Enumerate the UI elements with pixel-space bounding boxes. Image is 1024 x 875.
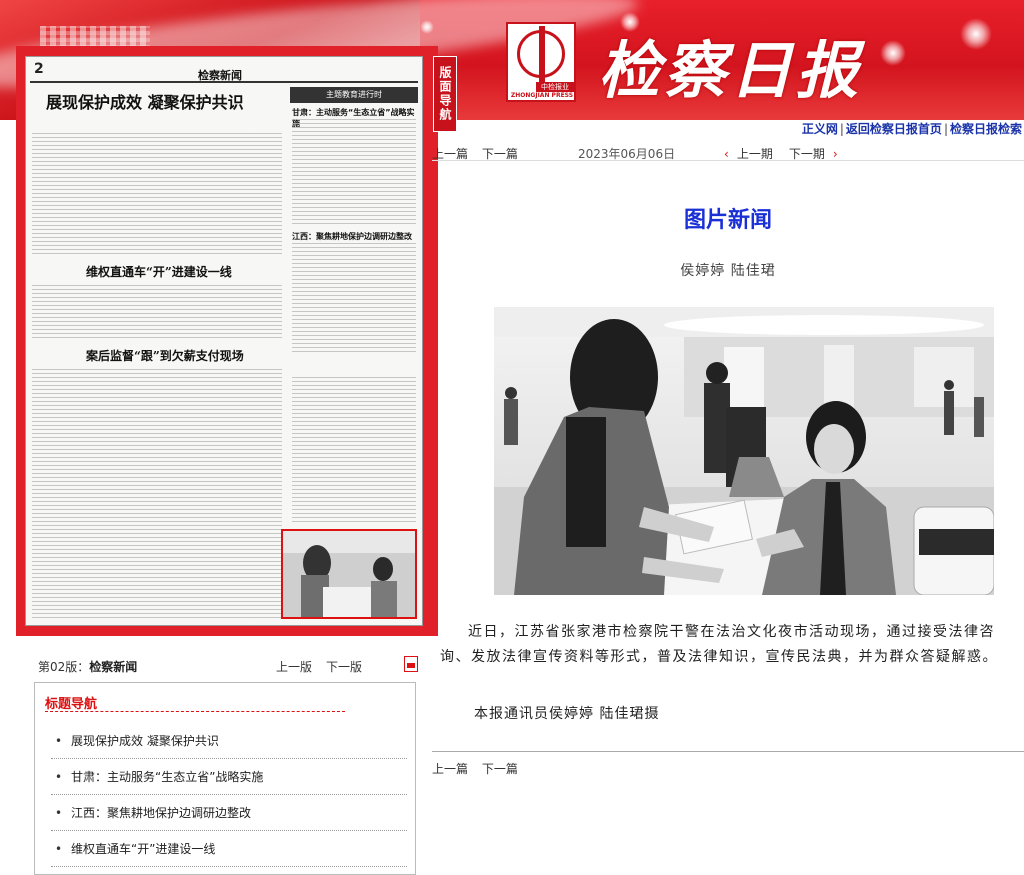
article-divider <box>432 751 1024 752</box>
thumb-photo-image <box>283 531 415 617</box>
thumb-text-block <box>292 377 416 525</box>
link-separator: | <box>839 122 844 136</box>
next-period-link[interactable]: 下一期 › <box>789 147 846 161</box>
edition-name: 检察新闻 <box>89 660 138 674</box>
article-authors: 侯婷婷 陆佳珺 <box>680 263 776 279</box>
article-nav: 上一篇 下一篇 2023年06月06日 ‹ 上一期 下一期 › <box>432 141 1024 161</box>
thumb-section-name: 检察新闻 <box>198 69 242 82</box>
thumb-headline[interactable]: 展现保护成效 凝聚保护共识 <box>46 89 276 113</box>
logo-bar <box>539 26 545 82</box>
prev-edition-link[interactable]: 上一版 <box>276 660 312 674</box>
title-nav-item[interactable]: 江西：聚焦耕地保护边调研边整改 <box>51 795 407 831</box>
title-nav-item[interactable]: 维权直通车“开”进建设一线 <box>51 831 407 867</box>
thumb-text-block <box>32 133 282 255</box>
title-nav-item[interactable]: 展现保护成效 凝聚保护共识 <box>51 723 407 759</box>
title-nav-item[interactable]: 甘肃：主动服务“生态立省”战略实施 <box>51 759 407 795</box>
article-title: 图片新闻 <box>683 208 772 233</box>
edition-label: 第02版：检察新闻 <box>38 658 137 675</box>
top-links: 正义网 | 返回检察日报首页 | 检察日报检索 <box>802 120 1022 136</box>
photo-credit: 本报通讯员侯婷婷 陆佳珺摄 <box>474 706 660 722</box>
next-article-link-bottom[interactable]: 下一篇 <box>482 762 518 776</box>
link-search[interactable]: 检察日报检索 <box>950 122 1022 136</box>
prev-period-link[interactable]: ‹ 上一期 <box>724 147 781 161</box>
thumb-headline[interactable]: 案后监督“跟”到欠薪支付现场 <box>86 347 286 364</box>
next-article-link[interactable]: 下一篇 <box>482 147 518 161</box>
link-home[interactable]: 返回检察日报首页 <box>846 122 942 136</box>
edition-prefix: 第02版： <box>38 660 90 674</box>
thumb-side-headline[interactable]: 江西：聚焦耕地保护边调研边整改 <box>292 231 412 242</box>
title-nav-list: 展现保护成效 凝聚保护共识 甘肃：主动服务“生态立省”战略实施 江西：聚焦耕地保… <box>51 723 407 867</box>
logo-english: ZHONGJIAN PRESS <box>510 92 574 99</box>
angle-left-icon: ‹ <box>724 147 729 161</box>
logo-badge: 中检报业 <box>536 82 574 92</box>
pdf-icon[interactable] <box>404 656 418 672</box>
prev-article-link[interactable]: 上一篇 <box>432 147 468 161</box>
title-nav-rule <box>45 711 345 712</box>
masthead-title: 检察日报 <box>598 34 863 107</box>
sparkle-icon <box>960 18 992 50</box>
thumb-headline[interactable]: 维权直通车“开”进建设一线 <box>86 263 286 280</box>
prev-article-link-bottom[interactable]: 上一篇 <box>432 762 468 776</box>
edition-pager: 上一版 下一版 <box>276 658 376 675</box>
thumb-side-banner: 主题教育进行时 <box>290 87 418 103</box>
newspaper-logo: 中检报业 ZHONGJIAN PRESS <box>506 22 576 102</box>
issue-date: 2023年06月06日 <box>578 147 676 161</box>
sparkle-icon <box>880 40 906 66</box>
thumb-page-number: 2 <box>34 61 44 77</box>
article-pager: 上一篇 下一篇 <box>432 145 528 162</box>
sparkle-icon <box>420 20 434 34</box>
thumb-text-block <box>32 369 282 619</box>
photo-illustration <box>494 307 994 595</box>
edition-row: 第02版：检察新闻 上一版 下一版 <box>34 656 418 676</box>
title-nav-heading: 标题导航 <box>45 697 98 712</box>
thumb-photo-highlight[interactable] <box>281 529 417 619</box>
article-body: 近日，江苏省张家港市检察院干警在法治文化夜市活动现场，通过接受法律咨询、发放法律… <box>440 624 998 665</box>
link-jcrb[interactable]: 正义网 <box>802 122 838 136</box>
page-thumbnail[interactable]: 2 检察新闻 展现保护成效 凝聚保护共识 维权直通车“开”进建设一线 案后监督“… <box>25 56 423 626</box>
thumb-header: 2 检察新闻 <box>30 61 418 83</box>
edition-nav-tag[interactable]: 版面导航 <box>433 56 457 132</box>
thumb-text-block <box>292 243 416 355</box>
angle-right-icon: › <box>832 147 838 161</box>
title-navigation: 标题导航 展现保护成效 凝聚保护共识 甘肃：主动服务“生态立省”战略实施 江西：… <box>34 682 416 875</box>
thumb-text-block <box>32 285 282 341</box>
thumb-text-block <box>292 119 416 225</box>
next-edition-link[interactable]: 下一版 <box>326 660 362 674</box>
article-photo <box>494 307 994 595</box>
period-pager: ‹ 上一期 下一期 › <box>724 145 854 162</box>
link-separator: | <box>943 122 948 136</box>
bottom-article-pager: 上一篇 下一篇 <box>432 760 528 777</box>
